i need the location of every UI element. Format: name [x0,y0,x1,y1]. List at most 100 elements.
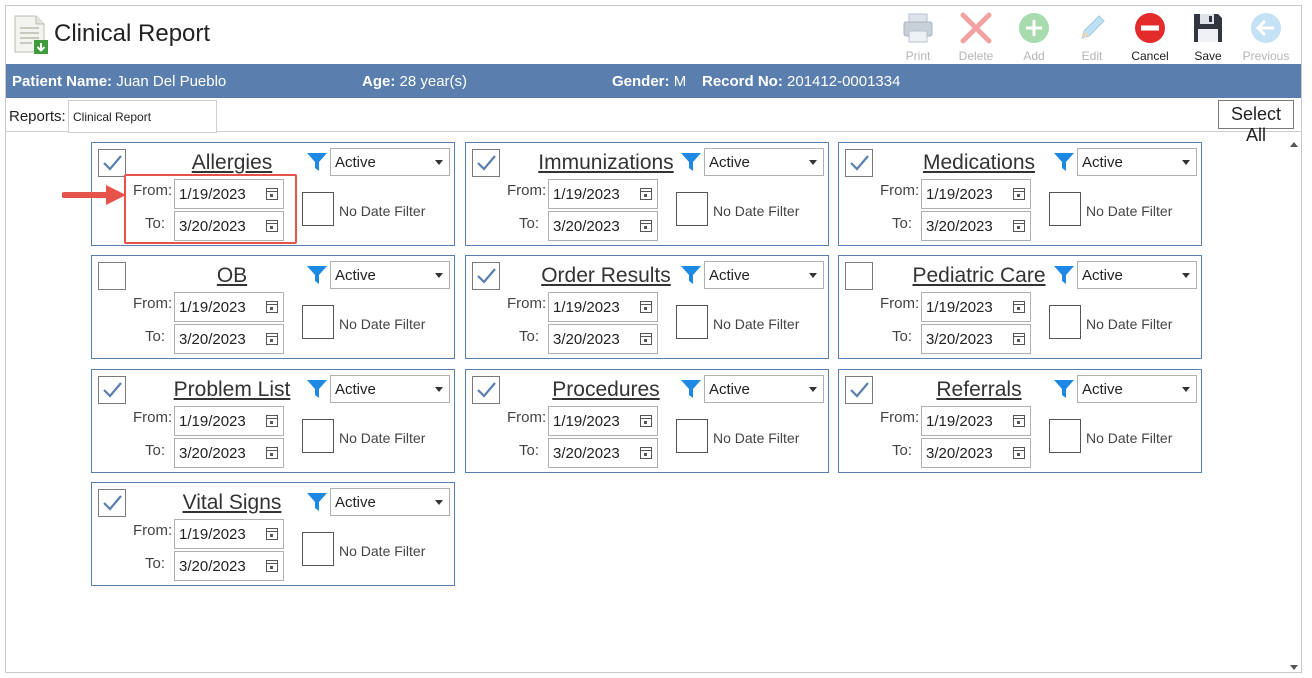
from-date-input[interactable]: 1/19/2023 [174,406,284,436]
calendar-icon[interactable] [640,301,652,313]
no-date-filter-checkbox[interactable] [1049,419,1081,453]
add-button[interactable]: Add [1005,8,1063,64]
from-date-input[interactable]: 1/19/2023 [921,406,1031,436]
calendar-icon[interactable] [640,220,652,232]
from-date-input[interactable]: 1/19/2023 [548,179,658,209]
reports-field[interactable]: Clinical Report [68,100,217,133]
to-label: To: [145,328,166,345]
filter-icon[interactable] [306,378,328,400]
delete-button[interactable]: Delete [947,8,1005,64]
no-date-filter-checkbox[interactable] [302,192,334,226]
calendar-icon[interactable] [266,301,278,313]
vertical-scrollbar[interactable] [1288,136,1302,672]
app-header: Clinical Report Print Delete Add Edit Ca… [6,6,1301,64]
filter-icon[interactable] [306,151,328,173]
section-title: Immunizations [538,151,674,174]
no-date-filter-checkbox[interactable] [676,192,708,226]
report-section-referrals: Referrals Active From: To: 1/19/2023 3/2… [838,369,1202,473]
calendar-icon[interactable] [266,528,278,540]
no-date-filter-checkbox[interactable] [676,419,708,453]
status-dropdown[interactable]: Active [330,261,450,289]
section-checkbox[interactable] [472,149,500,177]
cancel-button[interactable]: Cancel [1121,8,1179,64]
no-date-filter-checkbox[interactable] [302,532,334,566]
cancel-minus-icon [1135,13,1165,43]
to-date-input[interactable]: 3/20/2023 [548,324,658,354]
filter-icon[interactable] [1053,151,1075,173]
status-dropdown[interactable]: Active [1077,148,1197,176]
status-dropdown[interactable]: Active [330,148,450,176]
to-date-input[interactable]: 3/20/2023 [921,211,1031,241]
calendar-icon[interactable] [266,333,278,345]
calendar-icon[interactable] [1013,415,1025,427]
scroll-up-icon[interactable] [1290,142,1298,147]
calendar-icon[interactable] [1013,333,1025,345]
section-title: Allergies [191,151,273,174]
filter-icon[interactable] [306,491,328,513]
from-date-input[interactable]: 1/19/2023 [921,179,1031,209]
section-checkbox[interactable] [845,149,873,177]
select-all-button[interactable]: Select All [1218,100,1294,145]
calendar-icon[interactable] [1013,220,1025,232]
calendar-icon[interactable] [266,415,278,427]
section-checkbox[interactable] [98,149,126,177]
to-date-input[interactable]: 3/20/2023 [921,438,1031,468]
status-dropdown[interactable]: Active [704,375,824,403]
section-checkbox[interactable] [98,489,126,517]
status-dropdown[interactable]: Active [330,488,450,516]
filter-icon[interactable] [680,264,702,286]
filter-icon[interactable] [680,151,702,173]
filter-icon[interactable] [1053,264,1075,286]
section-checkbox[interactable] [845,262,873,290]
status-dropdown[interactable]: Active [704,148,824,176]
to-date-input[interactable]: 3/20/2023 [921,324,1031,354]
report-section-vital-signs: Vital Signs Active From: To: 1/19/2023 3… [91,482,455,586]
filter-icon[interactable] [680,378,702,400]
from-date-input[interactable]: 1/19/2023 [174,292,284,322]
from-date-input[interactable]: 1/19/2023 [548,406,658,436]
to-date-input[interactable]: 3/20/2023 [174,438,284,468]
scroll-down-icon[interactable] [1290,665,1298,670]
no-date-filter-checkbox[interactable] [302,419,334,453]
status-dropdown[interactable]: Active [330,375,450,403]
from-date-input[interactable]: 1/19/2023 [174,519,284,549]
calendar-icon[interactable] [266,447,278,459]
section-title: Pediatric Care [912,264,1046,287]
no-date-filter-checkbox[interactable] [1049,305,1081,339]
no-date-filter-checkbox[interactable] [302,305,334,339]
calendar-icon[interactable] [1013,301,1025,313]
from-date-input[interactable]: 1/19/2023 [548,292,658,322]
section-checkbox[interactable] [472,262,500,290]
to-date-input[interactable]: 3/20/2023 [548,438,658,468]
to-label: To: [519,215,540,232]
calendar-icon[interactable] [640,415,652,427]
to-date-input[interactable]: 3/20/2023 [174,551,284,581]
previous-button[interactable]: Previous [1237,8,1295,64]
no-date-filter-checkbox[interactable] [676,305,708,339]
status-dropdown[interactable]: Active [704,261,824,289]
chevron-down-icon [1182,387,1190,392]
no-date-filter-checkbox[interactable] [1049,192,1081,226]
print-button[interactable]: Print [889,8,947,64]
filter-icon[interactable] [306,264,328,286]
calendar-icon[interactable] [640,188,652,200]
edit-button[interactable]: Edit [1063,8,1121,64]
to-date-input[interactable]: 3/20/2023 [548,211,658,241]
status-dropdown[interactable]: Active [1077,375,1197,403]
from-date-input[interactable]: 1/19/2023 [921,292,1031,322]
calendar-icon[interactable] [266,560,278,572]
save-button[interactable]: Save [1179,8,1237,64]
to-date-input[interactable]: 3/20/2023 [174,324,284,354]
calendar-icon[interactable] [1013,188,1025,200]
status-dropdown[interactable]: Active [1077,261,1197,289]
calendar-icon[interactable] [640,333,652,345]
filter-icon[interactable] [1053,378,1075,400]
from-label: From: [133,522,173,539]
section-checkbox[interactable] [472,376,500,404]
calendar-icon[interactable] [640,447,652,459]
section-checkbox[interactable] [845,376,873,404]
from-label: From: [880,409,920,426]
calendar-icon[interactable] [1013,447,1025,459]
section-checkbox[interactable] [98,376,126,404]
section-checkbox[interactable] [98,262,126,290]
